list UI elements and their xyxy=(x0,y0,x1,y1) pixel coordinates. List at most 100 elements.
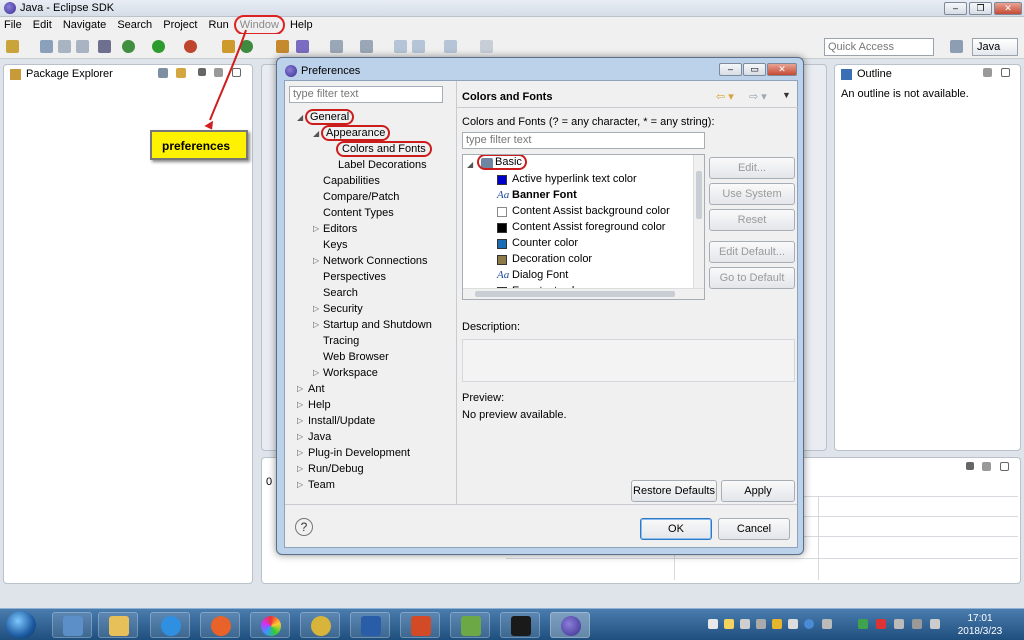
tree-item-search[interactable]: Search xyxy=(323,287,358,299)
horizontal-scrollbar[interactable] xyxy=(463,288,704,299)
taskbar-item-app[interactable] xyxy=(300,612,340,638)
tree-item-help[interactable]: Help xyxy=(308,399,331,411)
collapsed-arrow-icon[interactable]: ▷ xyxy=(297,448,303,457)
list-item-label: Active hyperlink text color xyxy=(512,173,637,185)
taskbar-item-chart[interactable] xyxy=(450,612,490,638)
ime-en-icon[interactable] xyxy=(858,619,868,629)
tree-item-startup-shutdown[interactable]: Startup and Shutdown xyxy=(323,319,432,331)
colors-filter-input[interactable]: type filter text xyxy=(462,132,705,149)
powerpoint-icon xyxy=(411,616,431,636)
tree-item-content-types[interactable]: Content Types xyxy=(323,207,394,219)
signal-icon[interactable] xyxy=(912,619,922,629)
collapsed-arrow-icon[interactable]: ▷ xyxy=(297,400,303,409)
tree-item-security[interactable]: Security xyxy=(323,303,363,315)
person-icon[interactable] xyxy=(772,619,782,629)
reset-button[interactable]: Reset xyxy=(709,209,795,231)
tree-item-perspectives[interactable]: Perspectives xyxy=(323,271,386,283)
cancel-button[interactable]: Cancel xyxy=(718,518,790,540)
taskbar-item-eclipse[interactable] xyxy=(550,612,590,638)
settings-icon[interactable] xyxy=(788,619,798,629)
collapsed-arrow-icon[interactable]: ▷ xyxy=(297,432,303,441)
collapsed-arrow-icon[interactable]: ▷ xyxy=(297,464,303,473)
taskbar-item-explorer[interactable] xyxy=(98,612,138,638)
keyboard-icon[interactable] xyxy=(756,619,766,629)
internet-explorer-icon xyxy=(161,616,181,636)
dialog-minimize-button[interactable]: – xyxy=(719,63,742,76)
scrollbar-thumb[interactable] xyxy=(475,291,675,297)
list-item-label: Content Assist background color xyxy=(512,205,670,217)
moon-icon[interactable] xyxy=(724,619,734,629)
edit-default-button[interactable]: Edit Default... xyxy=(709,241,795,263)
use-system-font-button[interactable]: Use System Font xyxy=(709,183,795,220)
collapsed-arrow-icon[interactable]: ▷ xyxy=(297,416,303,425)
tree-item-editors[interactable]: Editors xyxy=(323,223,357,235)
tree-item-run-debug[interactable]: Run/Debug xyxy=(308,463,364,475)
tree-item-workspace[interactable]: Workspace xyxy=(323,367,378,379)
description-label: Description: xyxy=(462,321,521,333)
chart-app-icon xyxy=(461,616,481,636)
restore-defaults-button[interactable]: Restore Defaults xyxy=(631,480,717,502)
tree-item-java[interactable]: Java xyxy=(308,431,331,443)
vertical-scrollbar[interactable] xyxy=(693,155,704,289)
punctuation-icon[interactable] xyxy=(740,619,750,629)
help-icon[interactable]: ? xyxy=(295,518,313,536)
apply-button[interactable]: Apply xyxy=(721,480,795,502)
dialog-maximize-button[interactable]: ▭ xyxy=(743,63,766,76)
tree-item-appearance[interactable]: Appearance xyxy=(320,125,391,141)
dialog-close-button[interactable]: ✕ xyxy=(767,63,797,76)
go-to-default-button[interactable]: Go to Default xyxy=(709,267,795,289)
font-icon: Aa xyxy=(497,189,510,201)
tree-item-ant[interactable]: Ant xyxy=(308,383,325,395)
taskbar-item-word[interactable] xyxy=(350,612,390,638)
taskbar-item-computer[interactable] xyxy=(52,612,92,638)
ok-button[interactable]: OK xyxy=(640,518,712,540)
scrollbar-thumb[interactable] xyxy=(696,171,702,219)
expanded-arrow-icon[interactable]: ◢ xyxy=(297,113,303,122)
tree-item-capabilities[interactable]: Capabilities xyxy=(323,175,380,187)
forward-icon[interactable]: ⇨ ▾ xyxy=(749,90,767,103)
view-menu-icon[interactable]: ▼ xyxy=(782,90,791,100)
category-basic[interactable]: Basic xyxy=(477,155,527,170)
taskbar-item-firefox[interactable] xyxy=(200,612,240,638)
pane-divider[interactable] xyxy=(456,81,457,504)
ime-icon[interactable] xyxy=(708,619,718,629)
taskbar-item-powerpoint[interactable] xyxy=(400,612,440,638)
tree-item-general[interactable]: General xyxy=(304,109,355,125)
start-button[interactable] xyxy=(6,611,36,639)
collapsed-arrow-icon[interactable]: ▷ xyxy=(313,368,319,377)
dialog-body: type filter text ◢ General ◢ Appearance … xyxy=(284,80,799,548)
collapsed-arrow-icon[interactable]: ▷ xyxy=(313,320,319,329)
edit-button[interactable]: Edit... xyxy=(709,157,795,179)
tray-icon[interactable] xyxy=(822,619,832,629)
tree-item-network-connections[interactable]: Network Connections xyxy=(323,255,428,267)
tree-item-web-browser[interactable]: Web Browser xyxy=(323,351,389,363)
taskbar-item-picasa[interactable] xyxy=(250,612,290,638)
collapsed-arrow-icon[interactable]: ▷ xyxy=(313,256,319,265)
expanded-arrow-icon[interactable]: ◢ xyxy=(313,129,319,138)
help-tray-icon[interactable] xyxy=(804,619,814,629)
expanded-arrow-icon[interactable]: ◢ xyxy=(467,160,473,169)
tree-item-team[interactable]: Team xyxy=(308,479,335,491)
tree-item-colors-and-fonts[interactable]: Colors and Fonts xyxy=(336,141,432,157)
volume-icon[interactable] xyxy=(930,619,940,629)
back-icon[interactable]: ⇦ ▾ xyxy=(716,90,734,103)
collapsed-arrow-icon[interactable]: ▷ xyxy=(313,224,319,233)
taskbar-clock[interactable]: 17:01 2018/3/23 xyxy=(950,612,1010,638)
color-swatch xyxy=(497,223,507,233)
taskbar-item-ie[interactable] xyxy=(150,612,190,638)
collapsed-arrow-icon[interactable]: ▷ xyxy=(297,384,303,393)
tree-item-compare-patch[interactable]: Compare/Patch xyxy=(323,191,399,203)
tree-item-label-decorations[interactable]: Label Decorations xyxy=(338,159,427,171)
collapsed-arrow-icon[interactable]: ▷ xyxy=(297,480,303,489)
network-icon[interactable] xyxy=(894,619,904,629)
taskbar-item-cmd[interactable] xyxy=(500,612,540,638)
collapsed-arrow-icon[interactable]: ▷ xyxy=(313,304,319,313)
tree-item-keys[interactable]: Keys xyxy=(323,239,347,251)
tree-item-plugin-development[interactable]: Plug-in Development xyxy=(308,447,410,459)
flag-icon[interactable] xyxy=(876,619,886,629)
tree-item-install-update[interactable]: Install/Update xyxy=(308,415,375,427)
list-item-label: Content Assist foreground color xyxy=(512,221,666,233)
command-prompt-icon xyxy=(511,616,531,636)
tree-item-tracing[interactable]: Tracing xyxy=(323,335,359,347)
tree-filter-input[interactable]: type filter text xyxy=(289,86,443,103)
